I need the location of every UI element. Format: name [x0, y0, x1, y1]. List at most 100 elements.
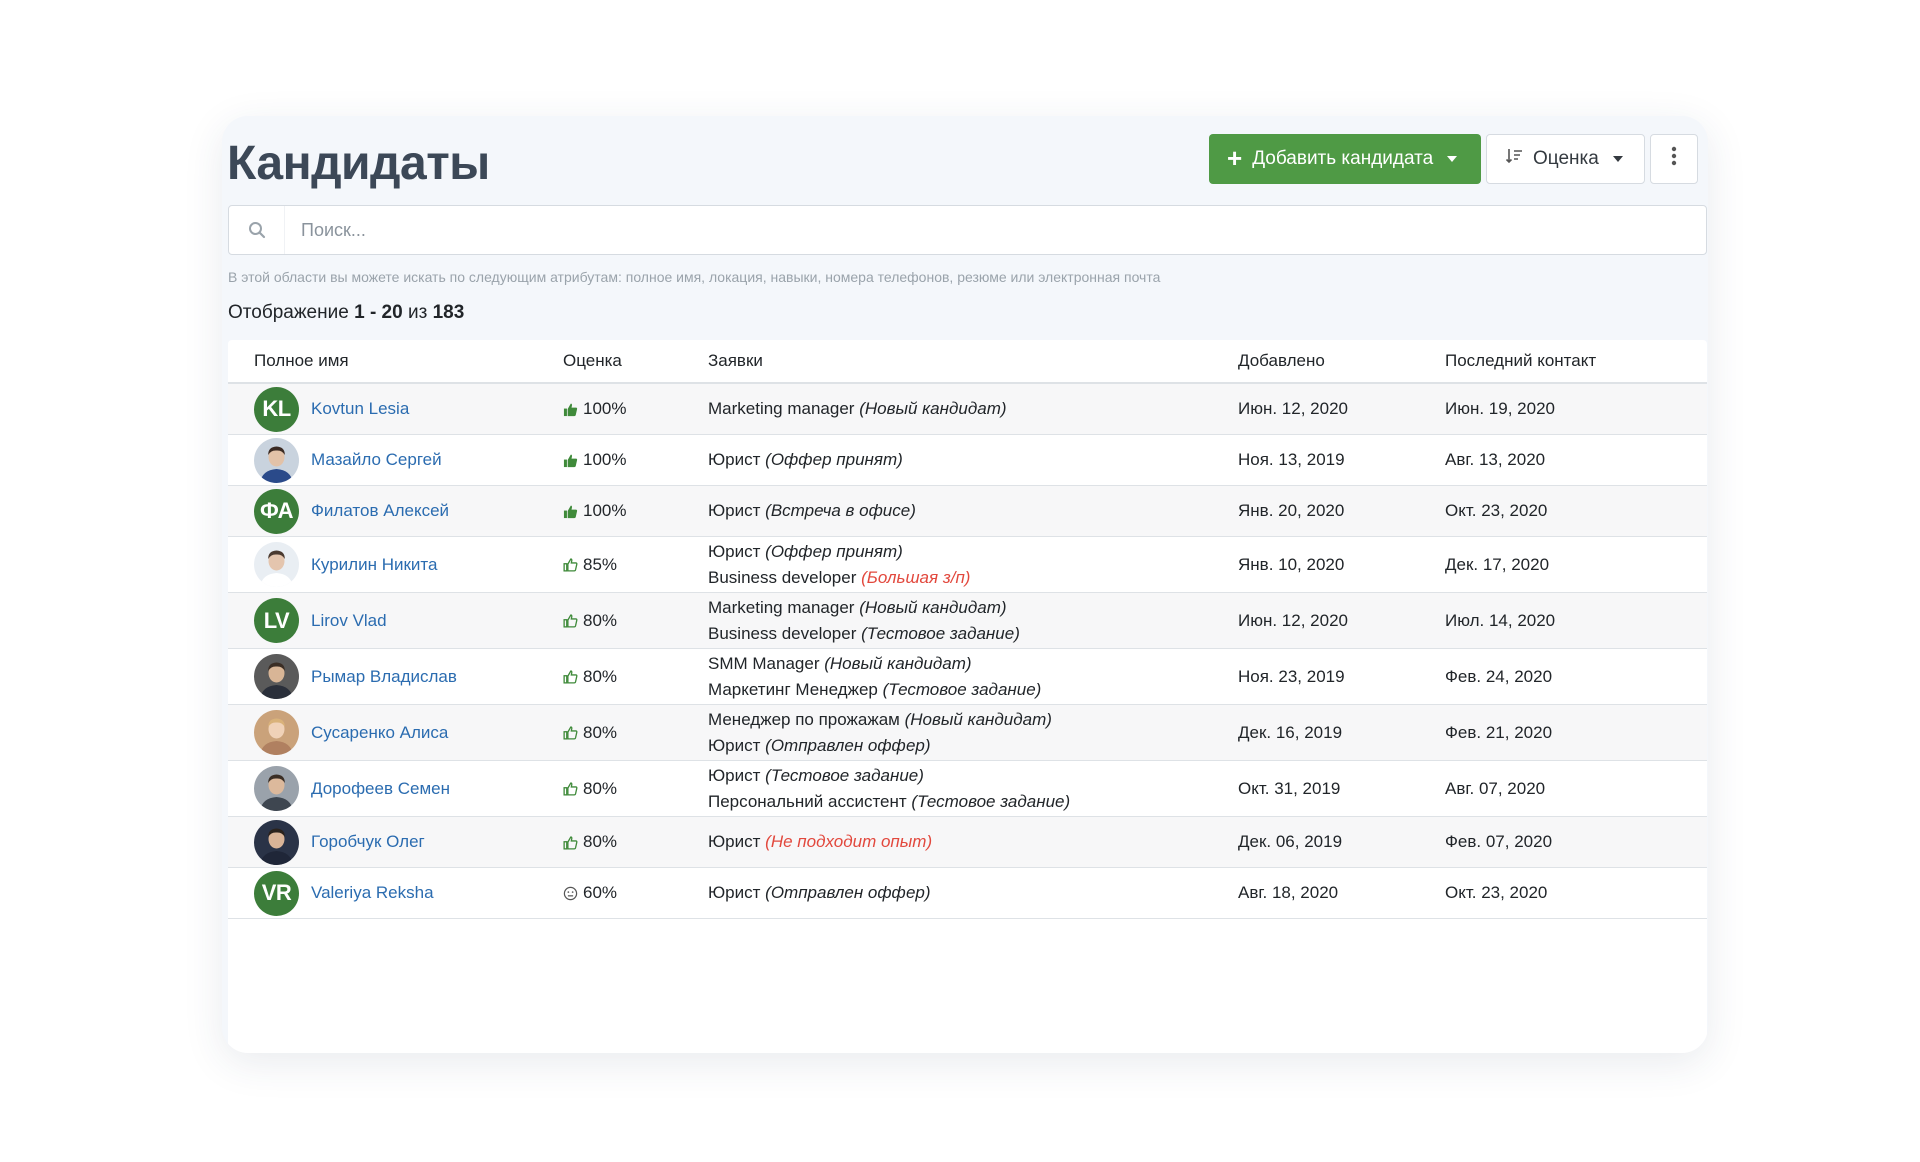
- application-job: Юрист: [708, 832, 761, 851]
- avatar: ФА: [254, 488, 299, 534]
- thumb-up-outline-icon: [563, 781, 578, 796]
- add-candidate-button[interactable]: + Добавить кандидата: [1209, 134, 1481, 184]
- cell-name: Курилин Никита: [228, 542, 563, 587]
- thumb-up-outline-icon: [563, 669, 578, 684]
- application-line: SMM Manager (Новый кандидат): [708, 651, 1238, 677]
- cell-last-contact: Июн. 19, 2020: [1445, 399, 1555, 418]
- cell-name: Горобчук Олег: [228, 819, 563, 865]
- thumb-up-outline-icon: [563, 613, 578, 628]
- score-value: 85%: [583, 554, 618, 574]
- table-row[interactable]: LV Lirov Vlad 80% Marketing manager (Новый …: [228, 593, 1707, 649]
- application-job: SMM Manager: [708, 653, 820, 673]
- more-options-button[interactable]: [1650, 134, 1698, 184]
- avatar: [254, 710, 299, 755]
- cell-score: 60%: [563, 883, 708, 903]
- candidate-name-link[interactable]: Филатов Алексей: [311, 501, 449, 521]
- cell-applications: Юрист (Оффер принят): [708, 447, 1238, 473]
- cell-last-contact: Июл. 14, 2020: [1445, 610, 1556, 630]
- candidate-name-link[interactable]: Горобчук Олег: [311, 832, 425, 852]
- search-box: [228, 205, 1707, 255]
- application-line: Маркетинг Менеджер (Тестовое задание): [708, 677, 1238, 703]
- cell-name: ФА Филатов Алексей: [228, 488, 563, 534]
- sort-dropdown-button[interactable]: Оценка: [1486, 134, 1645, 184]
- avatar: [254, 766, 299, 811]
- header-score[interactable]: Оценка: [563, 351, 708, 371]
- cell-name: VR Valeriya Reksha: [228, 870, 563, 916]
- count-range: 1 - 20: [354, 302, 403, 323]
- application-line: Marketing manager (Новый кандидат): [708, 595, 1238, 621]
- cell-applications: Юрист (Тестовое задание) Персональний асс…: [708, 763, 1238, 815]
- application-line: Business developer (Тестовое задание): [708, 621, 1238, 647]
- avatar: [254, 819, 299, 865]
- table-row[interactable]: ФА Филатов Алексей 100% Юрист (Встреча в оф…: [228, 486, 1707, 537]
- table-row[interactable]: VR Valeriya Reksha 60% Юрист (Отправлен офф…: [228, 868, 1707, 919]
- cell-score: 80%: [563, 723, 708, 743]
- candidates-table: Полное имя Оценка Заявки Добавлено После…: [228, 340, 1707, 1053]
- application-job: Юрист: [708, 765, 761, 785]
- candidate-name-link[interactable]: Сусаренко Алиса: [311, 723, 448, 743]
- application-line: Персональний ассистент (Тестовое задание…: [708, 789, 1238, 815]
- candidates-panel: Кандидаты + Добавить кандидата Оценка По…: [222, 116, 1708, 1053]
- application-job: Менеджер по прожажам: [708, 709, 900, 729]
- thumb-up-outline-icon: [563, 725, 578, 740]
- candidate-name-link[interactable]: Курилин Никита: [311, 555, 437, 575]
- score-value: 80%: [583, 832, 618, 851]
- chevron-down-icon: [1612, 156, 1623, 162]
- candidate-name-link[interactable]: Мазайло Сергей: [311, 450, 442, 470]
- cell-score: 80%: [563, 779, 708, 799]
- application-line: Юрист (Оффер принят): [708, 447, 1238, 473]
- header-applications[interactable]: Заявки: [708, 351, 1238, 371]
- application-status: (Тестовое задание): [861, 623, 1020, 643]
- table-row[interactable]: Горобчук Олег 80% Юрист (Не подходит опыт)…: [228, 817, 1707, 868]
- header-last-contact[interactable]: Последний контакт: [1445, 351, 1675, 371]
- neutral-face-icon: [563, 886, 578, 901]
- table-row[interactable]: Рымар Владислав 80% SMM Manager (Новый кан…: [228, 649, 1707, 705]
- application-status: (Не подходит опыт): [765, 832, 933, 851]
- application-job: Юрист: [708, 883, 761, 902]
- table-row[interactable]: Дорофеев Семен 80% Юрист (Тестовое задание…: [228, 761, 1707, 817]
- application-job: Business developer: [708, 567, 857, 587]
- cell-added: Авг. 18, 2020: [1238, 883, 1339, 902]
- application-job: Юрист: [708, 735, 761, 755]
- search-input[interactable]: [285, 206, 1706, 254]
- application-status: (Оффер принят): [765, 450, 903, 469]
- table-row[interactable]: Курилин Никита 85% Юрист (Оффер принят) Bus…: [228, 537, 1707, 593]
- header-added[interactable]: Добавлено: [1238, 351, 1445, 371]
- application-status: (Отправлен оффер): [765, 735, 931, 755]
- plus-icon: +: [1227, 143, 1243, 173]
- avatar: KL: [254, 386, 299, 432]
- candidate-name-link[interactable]: Kovtun Lesia: [311, 399, 409, 419]
- cell-score: 80%: [563, 611, 708, 631]
- score-value: 60%: [583, 883, 618, 902]
- search-hint: В этой области вы можете искать по следу…: [228, 269, 1161, 285]
- thumb-up-outline-icon: [563, 557, 578, 572]
- score-value: 100%: [583, 399, 627, 418]
- cell-applications: Юрист (Отправлен оффер): [708, 880, 1238, 906]
- application-line: Юрист (Отправлен оффер): [708, 880, 1238, 906]
- toolbar: + Добавить кандидата Оценка: [1209, 134, 1698, 184]
- application-status: (Отправлен оффер): [765, 883, 931, 902]
- thumb-up-filled-icon: [563, 504, 578, 519]
- page-title: Кандидаты: [227, 137, 490, 190]
- application-line: Business developer (Большая з/п): [708, 565, 1238, 591]
- candidate-name-link[interactable]: Valeriya Reksha: [311, 883, 434, 903]
- application-status: (Новый кандидат): [904, 709, 1052, 729]
- table-row[interactable]: KL Kovtun Lesia 100% Marketing manager (Нов…: [228, 384, 1707, 435]
- candidate-name-link[interactable]: Lirov Vlad: [311, 611, 387, 631]
- header-name[interactable]: Полное имя: [228, 351, 563, 371]
- cell-added: Окт. 31, 2019: [1238, 778, 1341, 798]
- application-line: Менеджер по прожажам (Новый кандидат): [708, 707, 1238, 733]
- cell-applications: Marketing manager (Новый кандидат) Busine…: [708, 595, 1238, 647]
- cell-score: 80%: [563, 832, 708, 852]
- cell-last-contact: Окт. 23, 2020: [1445, 883, 1548, 902]
- table-row[interactable]: Мазайло Сергей 100% Юрист (Оффер принят) Но…: [228, 435, 1707, 486]
- candidate-name-link[interactable]: Рымар Владислав: [311, 667, 457, 687]
- cell-name: Мазайло Сергей: [228, 437, 563, 483]
- add-candidate-label: Добавить кандидата: [1252, 148, 1434, 169]
- table-row[interactable]: Сусаренко Алиса 80% Менеджер по прожажам (…: [228, 705, 1707, 761]
- cell-score: 100%: [563, 450, 708, 470]
- candidate-name-link[interactable]: Дорофеев Семен: [311, 779, 450, 799]
- cell-applications: Юрист (Оффер принят) Business developer (…: [708, 539, 1238, 591]
- cell-last-contact: Фев. 21, 2020: [1445, 722, 1553, 742]
- cell-added: Янв. 20, 2020: [1238, 501, 1345, 520]
